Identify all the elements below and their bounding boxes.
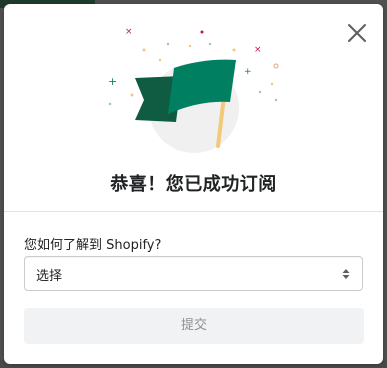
svg-text:×: ×: [254, 45, 262, 55]
svg-text:+: +: [244, 67, 252, 77]
referral-question-label: 您如何了解到 Shopify?: [24, 238, 162, 253]
svg-text:+: +: [108, 75, 117, 88]
flag-celebration-illustration: × × + +: [4, 20, 383, 160]
referral-source-select[interactable]: 选择: [24, 256, 363, 291]
submit-button[interactable]: 提交: [24, 308, 364, 344]
subscription-success-modal: × × + + 恭喜！您已成功订阅 您如何了解到 Shopify? 选择 提交: [4, 4, 383, 364]
svg-text:×: ×: [125, 27, 133, 37]
select-value: 选择: [36, 269, 63, 284]
section-divider: [4, 211, 383, 212]
select-arrows-icon: [342, 269, 350, 279]
modal-title: 恭喜！您已成功订阅: [110, 174, 277, 195]
